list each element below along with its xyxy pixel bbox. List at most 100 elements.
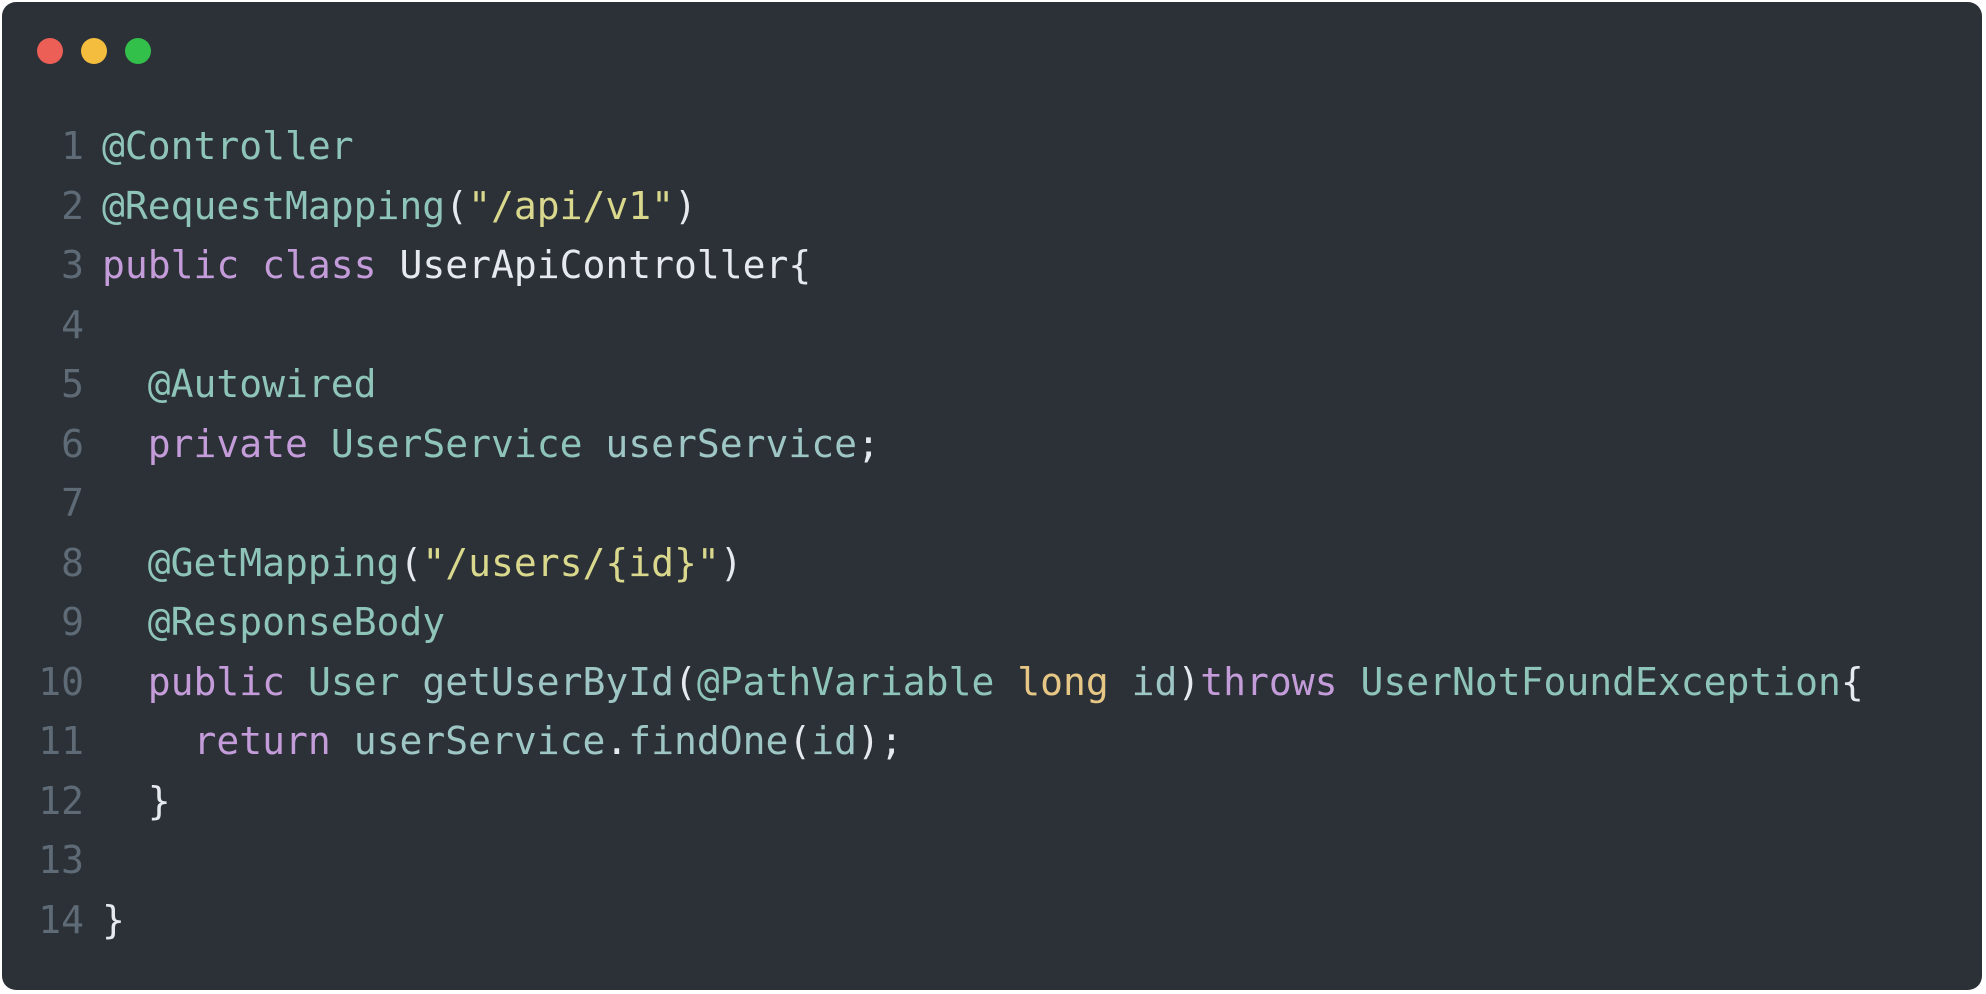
code-line: 9 @ResponseBody bbox=[2, 593, 1864, 653]
code-token-annotation: @PathVariable bbox=[696, 659, 995, 704]
code-line: 13 bbox=[2, 831, 1864, 891]
code-token-punct: ( bbox=[788, 719, 812, 763]
window-controls bbox=[37, 38, 151, 64]
code-line: 8 @GetMapping("/users/{id}") bbox=[2, 534, 1864, 594]
code-token-annotation: @GetMapping bbox=[147, 540, 400, 585]
code-token-punct: ; bbox=[857, 421, 880, 466]
code-token-string: "/api/v1" bbox=[468, 183, 674, 228]
code-token-punct bbox=[239, 243, 262, 287]
code-token-punct: { bbox=[788, 243, 812, 287]
code-line: 14} bbox=[2, 891, 1864, 951]
code-text: } bbox=[102, 891, 125, 951]
code-token-annotation: @Controller bbox=[102, 124, 354, 168]
line-number: 7 bbox=[61, 481, 84, 525]
code-token-punct bbox=[377, 243, 400, 287]
code-token-class: UserApiController bbox=[399, 243, 789, 287]
code-token-punct bbox=[308, 422, 331, 466]
line-number: 13 bbox=[38, 838, 84, 882]
code-block: 1 @Controller 2 @RequestMapping("/api/v1") 3… bbox=[2, 117, 1864, 950]
code-token-prim: long bbox=[1017, 659, 1109, 704]
code-token-ident: findOne bbox=[628, 719, 789, 763]
line-number: 1 bbox=[61, 124, 84, 168]
code-token-ident: id bbox=[1131, 659, 1178, 704]
code-token-punct: ( bbox=[674, 659, 697, 704]
maximize-button[interactable] bbox=[125, 38, 151, 64]
code-text: return userService.findOne(id); bbox=[102, 712, 903, 772]
code-text: @RequestMapping("/api/v1") bbox=[102, 177, 697, 237]
code-token-punct bbox=[582, 422, 605, 466]
code-token-ident: userService bbox=[353, 719, 606, 763]
code-token-annotation: @Autowired bbox=[147, 362, 377, 406]
line-number: 14 bbox=[38, 897, 84, 942]
line-number: 5 bbox=[61, 362, 84, 406]
code-text: @Autowired bbox=[102, 355, 377, 415]
code-text: public User getUserById(@PathVariable lo… bbox=[102, 653, 1864, 713]
code-line: 10 public User getUserById(@PathVariable… bbox=[2, 653, 1864, 713]
code-text: private UserService userService; bbox=[102, 415, 880, 475]
line-number: 8 bbox=[61, 540, 84, 585]
code-token-punct bbox=[331, 719, 354, 763]
code-line: 2 @RequestMapping("/api/v1") bbox=[2, 177, 1864, 237]
code-token-punct: ) bbox=[719, 540, 743, 585]
code-token-keyword: public bbox=[102, 243, 240, 287]
code-token-keyword: public bbox=[147, 659, 286, 704]
code-token-ident: userService bbox=[605, 421, 858, 466]
line-number: 3 bbox=[61, 243, 84, 287]
code-line: 3 public class UserApiController{ bbox=[2, 236, 1864, 296]
code-token-punct: } bbox=[102, 897, 125, 942]
code-line: 7 bbox=[2, 474, 1864, 534]
code-token-annotation: @RequestMapping bbox=[102, 183, 446, 228]
code-line: 11 return userService.findOne(id); bbox=[2, 712, 1864, 772]
code-token-punct bbox=[399, 660, 422, 704]
code-line: 12 } bbox=[2, 772, 1864, 832]
code-token-keyword: return bbox=[193, 719, 331, 763]
line-number: 6 bbox=[61, 421, 84, 466]
line-number: 4 bbox=[61, 302, 84, 347]
code-token-punct: ) bbox=[673, 183, 697, 228]
line-number: 9 bbox=[61, 600, 84, 644]
code-token-ident: getUserById bbox=[422, 659, 675, 704]
code-line: 5 @Autowired bbox=[2, 355, 1864, 415]
code-window: 1 @Controller 2 @RequestMapping("/api/v1") 3… bbox=[2, 2, 1982, 990]
code-token-keyword: throws bbox=[1200, 659, 1338, 704]
code-token-punct: ( bbox=[445, 183, 469, 228]
code-line: 4 bbox=[2, 296, 1864, 356]
code-text: @ResponseBody bbox=[102, 593, 445, 653]
code-token-punct bbox=[285, 660, 308, 704]
code-token-annotation: @ResponseBody bbox=[147, 600, 446, 644]
code-token-keyword: class bbox=[262, 243, 377, 287]
code-token-keyword: private bbox=[147, 421, 308, 466]
close-button[interactable] bbox=[37, 38, 63, 64]
code-text: @GetMapping("/users/{id}") bbox=[102, 534, 743, 594]
code-token-string: "/users/{id}" bbox=[422, 540, 720, 585]
code-token-punct: } bbox=[147, 778, 171, 823]
code-token-punct bbox=[1338, 660, 1361, 704]
code-token-punct: ( bbox=[399, 540, 423, 585]
code-text: } bbox=[102, 772, 171, 832]
code-line: 1 @Controller bbox=[2, 117, 1864, 177]
code-token-type: UserNotFoundException bbox=[1360, 659, 1841, 704]
code-text: public class UserApiController{ bbox=[102, 236, 811, 296]
code-token-punct: . bbox=[605, 719, 629, 763]
line-number: 12 bbox=[38, 778, 84, 823]
code-token-punct: { bbox=[1840, 659, 1864, 704]
minimize-button[interactable] bbox=[81, 38, 107, 64]
code-token-punct bbox=[1109, 660, 1132, 704]
code-token-punct bbox=[994, 660, 1017, 704]
line-number: 2 bbox=[61, 183, 84, 228]
code-token-type: UserService bbox=[330, 421, 583, 466]
code-token-ident: id bbox=[811, 719, 858, 763]
code-line: 6 private UserService userService; bbox=[2, 415, 1864, 475]
code-token-punct: ); bbox=[857, 719, 903, 763]
code-text: @Controller bbox=[102, 117, 354, 177]
code-token-punct: ) bbox=[1177, 659, 1201, 704]
line-number: 11 bbox=[38, 719, 84, 763]
line-number: 10 bbox=[38, 659, 84, 704]
